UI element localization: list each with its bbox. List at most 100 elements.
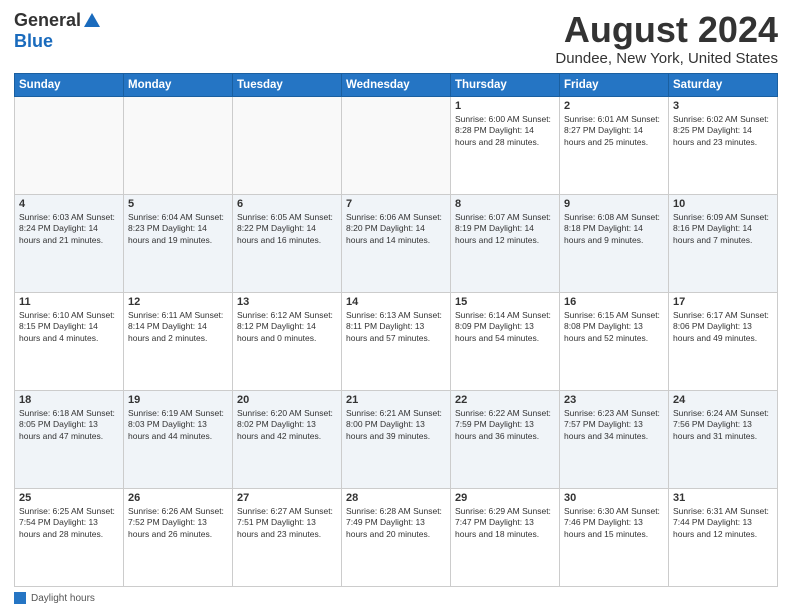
- day-number-29: 29: [455, 492, 555, 504]
- day-info-29: Sunrise: 6:29 AM Sunset: 7:47 PM Dayligh…: [455, 506, 555, 540]
- calendar-cell-w5-d2: 26 Sunrise: 6:26 AM Sunset: 7:52 PM Dayli…: [124, 488, 233, 586]
- day-number-19: 19: [128, 394, 228, 406]
- calendar-cell-w3-d5: 15 Sunrise: 6:14 AM Sunset: 8:09 PM Dayli…: [451, 292, 560, 390]
- day-info-17: Sunrise: 6:17 AM Sunset: 8:06 PM Dayligh…: [673, 310, 773, 344]
- calendar-cell-w5-d6: 30 Sunrise: 6:30 AM Sunset: 7:46 PM Dayli…: [560, 488, 669, 586]
- day-info-8: Sunrise: 6:07 AM Sunset: 8:19 PM Dayligh…: [455, 212, 555, 246]
- day-info-2: Sunrise: 6:01 AM Sunset: 8:27 PM Dayligh…: [564, 114, 664, 148]
- day-info-10: Sunrise: 6:09 AM Sunset: 8:16 PM Dayligh…: [673, 212, 773, 246]
- week-row-5: 25Sunrise: 6:25 AM Sunset: 7:54 PM Dayli…: [15, 488, 778, 586]
- day-info-16: Sunrise: 6:15 AM Sunset: 8:08 PM Dayligh…: [564, 310, 664, 344]
- day-number-1: 1: [455, 100, 555, 112]
- day-number-23: 23: [564, 394, 664, 406]
- day-number-24: 24: [673, 394, 773, 406]
- day-number-7: 7: [346, 198, 446, 210]
- calendar-cell-w5-d4: 28 Sunrise: 6:28 AM Sunset: 7:49 PM Dayli…: [342, 488, 451, 586]
- day-info-22: Sunrise: 6:22 AM Sunset: 7:59 PM Dayligh…: [455, 408, 555, 442]
- week-row-3: 11Sunrise: 6:10 AM Sunset: 8:15 PM Dayli…: [15, 292, 778, 390]
- day-number-2: 2: [564, 100, 664, 112]
- day-number-30: 30: [564, 492, 664, 504]
- calendar-cell-w1-d5: 1 Sunrise: 6:00 AM Sunset: 8:28 PM Daylig…: [451, 96, 560, 194]
- day-info-11: Sunrise: 6:10 AM Sunset: 8:15 PM Dayligh…: [19, 310, 119, 344]
- header-friday: Friday: [560, 73, 669, 96]
- calendar-table: SundayMondayTuesdayWednesdayThursdayFrid…: [14, 73, 778, 587]
- day-info-28: Sunrise: 6:28 AM Sunset: 7:49 PM Dayligh…: [346, 506, 446, 540]
- day-number-18: 18: [19, 394, 119, 406]
- subtitle: Dundee, New York, United States: [555, 50, 778, 67]
- calendar-cell-w5-d3: 27 Sunrise: 6:27 AM Sunset: 7:51 PM Dayli…: [233, 488, 342, 586]
- legend-label: Daylight hours: [31, 593, 95, 604]
- calendar-cell-w2-d4: 7Sunrise: 6:06 AM Sunset: 8:20 PM Daylig…: [342, 194, 451, 292]
- calendar-cell-w3-d6: 16Sunrise: 6:15 AM Sunset: 8:08 PM Dayli…: [560, 292, 669, 390]
- day-number-15: 15: [455, 296, 555, 308]
- day-number-3: 3: [673, 100, 773, 112]
- day-info-6: Sunrise: 6:05 AM Sunset: 8:22 PM Dayligh…: [237, 212, 337, 246]
- day-info-12: Sunrise: 6:11 AM Sunset: 8:14 PM Dayligh…: [128, 310, 228, 344]
- day-info-9: Sunrise: 6:08 AM Sunset: 8:18 PM Dayligh…: [564, 212, 664, 246]
- calendar-cell-w1-d3: [233, 96, 342, 194]
- calendar-cell-w2-d6: 9 Sunrise: 6:08 AM Sunset: 8:18 PM Daylig…: [560, 194, 669, 292]
- calendar-cell-w4-d6: 23 Sunrise: 6:23 AM Sunset: 7:57 PM Dayli…: [560, 390, 669, 488]
- day-info-23: Sunrise: 6:23 AM Sunset: 7:57 PM Dayligh…: [564, 408, 664, 442]
- day-info-24: Sunrise: 6:24 AM Sunset: 7:56 PM Dayligh…: [673, 408, 773, 442]
- day-number-14: 14: [346, 296, 446, 308]
- day-number-10: 10: [673, 198, 773, 210]
- header-saturday: Saturday: [669, 73, 778, 96]
- calendar-cell-w5-d7: 31 Sunrise: 6:31 AM Sunset: 7:44 PM Dayli…: [669, 488, 778, 586]
- title-block: August 2024 Dundee, New York, United Sta…: [555, 10, 778, 67]
- calendar-cell-w3-d3: 13Sunrise: 6:12 AM Sunset: 8:12 PM Dayli…: [233, 292, 342, 390]
- day-number-6: 6: [237, 198, 337, 210]
- day-number-26: 26: [128, 492, 228, 504]
- day-number-31: 31: [673, 492, 773, 504]
- day-info-31: Sunrise: 6:31 AM Sunset: 7:44 PM Dayligh…: [673, 506, 773, 540]
- header-monday: Monday: [124, 73, 233, 96]
- day-info-3: Sunrise: 6:02 AM Sunset: 8:25 PM Dayligh…: [673, 114, 773, 148]
- header: General Blue August 2024 Dundee, New Yor…: [14, 10, 778, 67]
- calendar-cell-w1-d1: [15, 96, 124, 194]
- calendar-cell-w2-d5: 8Sunrise: 6:07 AM Sunset: 8:19 PM Daylig…: [451, 194, 560, 292]
- calendar-cell-w1-d2: [124, 96, 233, 194]
- day-info-27: Sunrise: 6:27 AM Sunset: 7:51 PM Dayligh…: [237, 506, 337, 540]
- day-info-13: Sunrise: 6:12 AM Sunset: 8:12 PM Dayligh…: [237, 310, 337, 344]
- logo: General Blue: [14, 10, 100, 52]
- day-number-20: 20: [237, 394, 337, 406]
- calendar-cell-w5-d5: 29 Sunrise: 6:29 AM Sunset: 7:47 PM Dayli…: [451, 488, 560, 586]
- week-row-1: 1 Sunrise: 6:00 AM Sunset: 8:28 PM Daylig…: [15, 96, 778, 194]
- day-info-21: Sunrise: 6:21 AM Sunset: 8:00 PM Dayligh…: [346, 408, 446, 442]
- day-number-21: 21: [346, 394, 446, 406]
- day-number-9: 9: [564, 198, 664, 210]
- calendar-cell-w3-d7: 17 Sunrise: 6:17 AM Sunset: 8:06 PM Dayli…: [669, 292, 778, 390]
- page: General Blue August 2024 Dundee, New Yor…: [0, 0, 792, 612]
- calendar-cell-w2-d3: 6 Sunrise: 6:05 AM Sunset: 8:22 PM Daylig…: [233, 194, 342, 292]
- calendar-cell-w4-d7: 24 Sunrise: 6:24 AM Sunset: 7:56 PM Dayli…: [669, 390, 778, 488]
- logo-general-text: General: [14, 10, 81, 31]
- day-info-14: Sunrise: 6:13 AM Sunset: 8:11 PM Dayligh…: [346, 310, 446, 344]
- calendar-cell-w5-d1: 25Sunrise: 6:25 AM Sunset: 7:54 PM Dayli…: [15, 488, 124, 586]
- header-tuesday: Tuesday: [233, 73, 342, 96]
- day-info-19: Sunrise: 6:19 AM Sunset: 8:03 PM Dayligh…: [128, 408, 228, 442]
- calendar-cell-w2-d7: 10 Sunrise: 6:09 AM Sunset: 8:16 PM Dayli…: [669, 194, 778, 292]
- calendar-cell-w1-d7: 3 Sunrise: 6:02 AM Sunset: 8:25 PM Daylig…: [669, 96, 778, 194]
- day-info-4: Sunrise: 6:03 AM Sunset: 8:24 PM Dayligh…: [19, 212, 119, 246]
- day-info-30: Sunrise: 6:30 AM Sunset: 7:46 PM Dayligh…: [564, 506, 664, 540]
- week-row-4: 18 Sunrise: 6:18 AM Sunset: 8:05 PM Dayli…: [15, 390, 778, 488]
- day-number-28: 28: [346, 492, 446, 504]
- day-number-27: 27: [237, 492, 337, 504]
- calendar-cell-w4-d2: 19 Sunrise: 6:19 AM Sunset: 8:03 PM Dayli…: [124, 390, 233, 488]
- day-number-17: 17: [673, 296, 773, 308]
- calendar-cell-w2-d2: 5Sunrise: 6:04 AM Sunset: 8:23 PM Daylig…: [124, 194, 233, 292]
- day-info-1: Sunrise: 6:00 AM Sunset: 8:28 PM Dayligh…: [455, 114, 555, 148]
- calendar-cell-w1-d4: [342, 96, 451, 194]
- day-info-5: Sunrise: 6:04 AM Sunset: 8:23 PM Dayligh…: [128, 212, 228, 246]
- day-number-25: 25: [19, 492, 119, 504]
- day-info-20: Sunrise: 6:20 AM Sunset: 8:02 PM Dayligh…: [237, 408, 337, 442]
- day-number-22: 22: [455, 394, 555, 406]
- logo-blue-text: Blue: [14, 31, 53, 52]
- day-info-26: Sunrise: 6:26 AM Sunset: 7:52 PM Dayligh…: [128, 506, 228, 540]
- day-number-12: 12: [128, 296, 228, 308]
- logo-triangle-icon: [84, 13, 100, 27]
- footer: Daylight hours: [14, 592, 778, 604]
- calendar-cell-w1-d6: 2 Sunrise: 6:01 AM Sunset: 8:27 PM Daylig…: [560, 96, 669, 194]
- day-info-15: Sunrise: 6:14 AM Sunset: 8:09 PM Dayligh…: [455, 310, 555, 344]
- day-info-18: Sunrise: 6:18 AM Sunset: 8:05 PM Dayligh…: [19, 408, 119, 442]
